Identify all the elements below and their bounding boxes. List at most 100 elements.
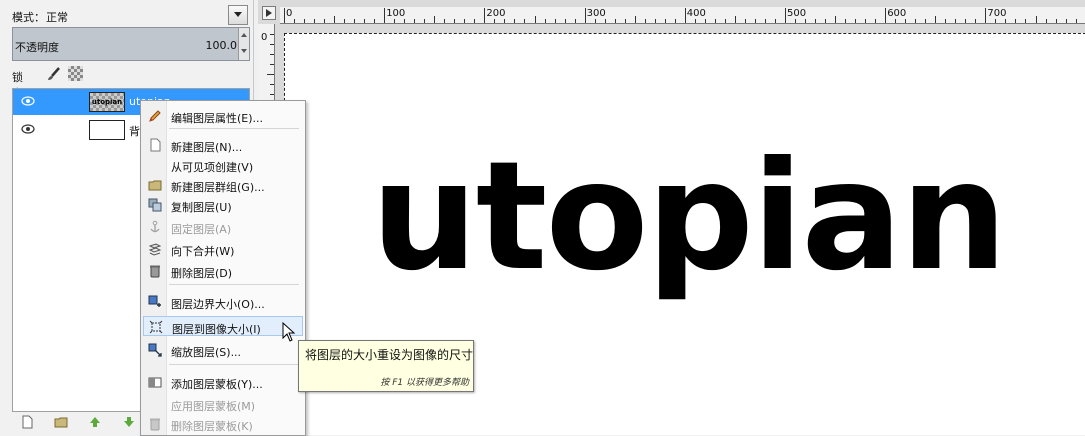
ruler-tick [304, 19, 306, 23]
ruler-tick [270, 94, 274, 95]
ruler-label: 700 [987, 8, 1007, 19]
menu-item[interactable]: 删除图层(D) [143, 261, 303, 281]
ruler-tick [774, 19, 776, 23]
ruler-tick [534, 16, 536, 23]
ruler-tick [815, 19, 817, 23]
ruler-tick [734, 16, 736, 23]
context-menu: 编辑图层属性(E)... 新建图层(N)... 从可见项创建(V) 新建图层群组(G)… [140, 100, 306, 436]
ruler-tick [644, 19, 646, 23]
trash-icon [150, 418, 160, 431]
ruler-tick [270, 84, 274, 85]
menu-item-label: 缩放图层(S)... [171, 346, 242, 359]
eye-icon[interactable] [21, 124, 35, 134]
ruler-tick [484, 8, 486, 23]
checkerboard-icon[interactable] [68, 66, 83, 81]
menu-item[interactable]: 新建图层群组(G)... [143, 175, 303, 195]
tooltip-help-text: 按 F1 以获得更多帮助 [380, 378, 469, 388]
ruler-tick [1035, 16, 1037, 23]
menu-item[interactable]: 从可见项创建(V) [143, 155, 303, 175]
ruler-tick [945, 19, 947, 23]
tooltip: 将图层的大小重设为图像的尺寸 按 F1 以获得更多帮助 [298, 340, 474, 392]
paintbrush-icon[interactable] [46, 66, 62, 82]
new-layer-icon[interactable] [20, 415, 34, 429]
ruler-tick [985, 8, 987, 23]
menu-item-label: 新建图层群组(G)... [171, 181, 265, 194]
ruler-tick [474, 19, 476, 23]
ruler-tick [444, 19, 446, 23]
opacity-value[interactable]: 100.0 [206, 39, 238, 52]
eye-icon[interactable] [21, 96, 35, 106]
menu-item-label: 新建图层(N)... [171, 141, 243, 154]
quick-mask-button[interactable] [262, 6, 276, 20]
ruler-tick [454, 19, 456, 23]
spin-up-icon[interactable] [241, 33, 247, 37]
menu-item-label: 删除图层蒙板(K) [171, 420, 253, 433]
scale-layer-icon [148, 343, 162, 357]
add-mask-icon [148, 377, 162, 388]
ruler-tick [694, 19, 696, 23]
merge-down-icon [148, 243, 162, 256]
ruler-tick [464, 19, 466, 23]
ruler-tick [865, 19, 867, 23]
ruler-tick [674, 19, 676, 23]
menu-item[interactable]: 图层边界大小(O)... [143, 292, 303, 312]
mouse-cursor-icon [282, 322, 296, 342]
ruler-tick [294, 19, 296, 23]
ruler-tick [955, 19, 957, 23]
spin-down-icon[interactable] [241, 49, 247, 53]
menu-item-label: 从可见项创建(V) [171, 161, 254, 174]
ruler-tick [634, 16, 636, 23]
ruler-tick [825, 19, 827, 23]
ruler-tick [270, 64, 274, 65]
menu-item[interactable]: 缩放图层(S)... [143, 340, 303, 360]
mode-value[interactable]: 正常 [46, 9, 68, 25]
menu-item[interactable]: 复制图层(U) [143, 195, 303, 215]
ruler-label: 400 [686, 8, 706, 19]
ruler-tick [795, 19, 797, 23]
ruler-tick [915, 19, 917, 23]
ruler-tick [344, 19, 346, 23]
ruler-tick [614, 19, 616, 23]
ruler-tick [654, 19, 656, 23]
ruler-label: 300 [586, 8, 606, 19]
horizontal-ruler[interactable]: 0 100 200 300 400 500 600 700 [280, 7, 1085, 24]
raise-layer-icon[interactable] [88, 415, 102, 429]
menu-item-label: 添加图层蒙板(Y)... [171, 378, 263, 391]
menu-item-label: 编辑图层属性(E)... [171, 112, 264, 125]
ruler-tick [574, 19, 576, 23]
ruler-tick [394, 19, 396, 23]
menu-item[interactable]: 新建图层(N)... [143, 135, 303, 155]
ruler-tick [624, 19, 626, 23]
menu-item-label: 应用图层蒙板(M) [171, 400, 256, 413]
new-layer-icon [150, 138, 161, 152]
ruler-tick [965, 19, 967, 23]
menu-item: 应用图层蒙板(M) [143, 394, 303, 414]
ruler-label: 200 [486, 8, 506, 19]
mode-dropdown-button[interactable] [228, 5, 248, 25]
ruler-tick [1055, 19, 1057, 23]
menu-separator [169, 284, 299, 285]
boundary-size-icon [148, 295, 161, 307]
menu-item[interactable]: 图层到图像大小(I) [143, 316, 303, 336]
menu-item[interactable]: 添加图层蒙板(Y)... [143, 372, 303, 392]
layer-thumbnail: utopian [89, 92, 125, 112]
opacity-spinner[interactable] [238, 28, 249, 60]
opacity-slider[interactable]: 不透明度 100.0 [12, 27, 250, 61]
menu-item[interactable]: 编辑图层属性(E)... [143, 106, 303, 126]
duplicate-icon [148, 198, 162, 212]
ruler-tick [544, 19, 546, 23]
menu-item[interactable]: 向下合并(W) [143, 239, 303, 259]
ruler-tick [1005, 19, 1007, 23]
new-group-icon[interactable] [54, 415, 68, 429]
ruler-tick [1025, 19, 1027, 23]
ruler-tick [754, 19, 756, 23]
menu-item-label: 向下合并(W) [171, 245, 235, 258]
mode-row: 模式： 正常 [12, 5, 248, 25]
menu-item: 删除图层蒙板(K) [143, 414, 303, 434]
ruler-tick [334, 16, 336, 23]
ruler-tick [270, 34, 274, 35]
lower-layer-icon[interactable] [122, 415, 136, 429]
ruler-tick [925, 19, 927, 23]
ruler-tick [845, 19, 847, 23]
ruler-tick [324, 19, 326, 23]
